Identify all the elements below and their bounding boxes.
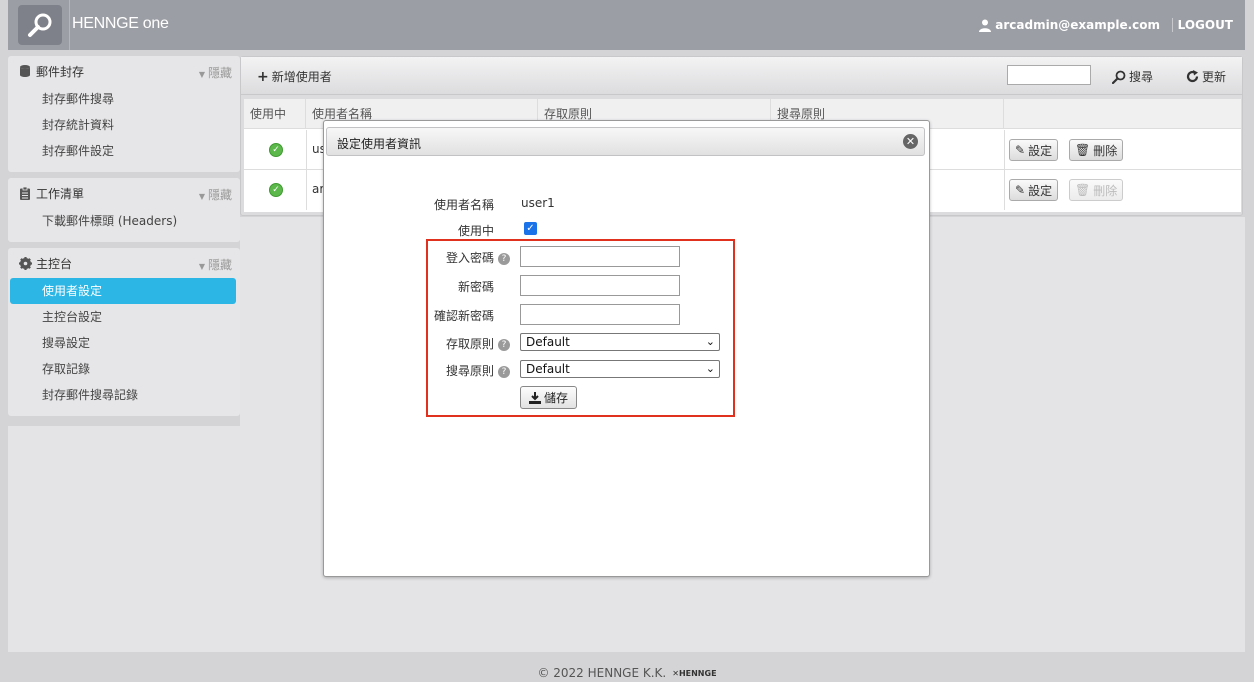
- hide-toggle[interactable]: ▼ 隱藏: [199, 256, 232, 273]
- plus-icon: +: [257, 68, 269, 85]
- user-icon: [979, 19, 992, 32]
- section-title: 郵件封存: [36, 64, 85, 79]
- search-input[interactable]: [1007, 65, 1091, 85]
- logo-divider: [69, 0, 70, 50]
- check-circle-icon: ✓: [269, 183, 283, 197]
- trash-icon: 🗑: [1075, 183, 1091, 197]
- refresh-button[interactable]: 更新: [1186, 68, 1226, 85]
- sidebar-item-user-settings[interactable]: 使用者設定: [10, 278, 236, 304]
- edit-button[interactable]: ✎ 設定: [1009, 179, 1059, 201]
- sidebar-background: [8, 426, 240, 652]
- column-header-actions: [1004, 99, 1241, 129]
- delete-button[interactable]: 🗑 刪除: [1069, 139, 1124, 161]
- sidebar-item-archive-settings[interactable]: 封存郵件設定: [8, 138, 240, 164]
- user-email: arcadmin@example.com: [995, 18, 1160, 32]
- clipboard-icon: [18, 186, 32, 200]
- section-title: 主控台: [36, 256, 73, 271]
- trash-icon: 🗑: [1075, 143, 1091, 157]
- footer-logo: ✕HENNGE: [672, 668, 717, 678]
- header-divider: [1172, 18, 1173, 32]
- copyright-text: © 2022 HENNGE K.K.: [537, 666, 667, 680]
- brand-name: HENNGE one: [72, 15, 169, 32]
- section-header-archive: 郵件封存 ▼ 隱藏: [8, 56, 240, 86]
- current-user[interactable]: arcadmin@example.com: [979, 18, 1160, 32]
- sidebar-item-console-settings[interactable]: 主控台設定: [8, 304, 240, 330]
- active-checkbox[interactable]: ✓: [524, 222, 537, 235]
- pencil-icon: ✎: [1015, 143, 1026, 157]
- section-header-tasks: 工作清單 ▼ 隱藏: [8, 178, 240, 208]
- sidebar-item-access-log[interactable]: 存取記錄: [8, 356, 240, 382]
- sidebar-section-archive: 郵件封存 ▼ 隱藏 封存郵件搜尋 封存統計資料 封存郵件設定: [8, 56, 240, 172]
- sidebar-item-archive-search[interactable]: 封存郵件搜尋: [8, 86, 240, 112]
- search-label: 搜尋: [1129, 70, 1154, 84]
- check-circle-icon: ✓: [269, 143, 283, 157]
- gear-icon: [18, 256, 32, 270]
- toolbar: + 新增使用者 搜尋 更新: [241, 57, 1242, 95]
- refresh-icon: [1186, 70, 1199, 83]
- sidebar: 郵件封存 ▼ 隱藏 封存郵件搜尋 封存統計資料 封存郵件設定 工作清單 ▼ 隱藏 下…: [8, 50, 240, 416]
- sidebar-item-archive-stats[interactable]: 封存統計資料: [8, 112, 240, 138]
- sidebar-item-download-headers[interactable]: 下載郵件標頭 (Headers): [8, 208, 240, 234]
- search-logo-icon[interactable]: [18, 5, 62, 45]
- add-user-label: 新增使用者: [271, 70, 332, 84]
- sidebar-section-tasks: 工作清單 ▼ 隱藏 下載郵件標頭 (Headers): [8, 178, 240, 242]
- hide-toggle[interactable]: ▼ 隱藏: [199, 186, 232, 203]
- top-bar: HENNGE one arcadmin@example.com LOGOUT: [8, 0, 1245, 50]
- refresh-label: 更新: [1202, 70, 1227, 84]
- highlight-box: [426, 239, 735, 417]
- active-label: 使用中: [457, 224, 494, 238]
- sidebar-section-console: 主控台 ▼ 隱藏 使用者設定 主控台設定 搜尋設定 存取記錄 封存郵件搜尋記錄: [8, 248, 240, 416]
- add-user-button[interactable]: + 新增使用者: [257, 68, 332, 85]
- close-icon[interactable]: ✕: [903, 134, 918, 149]
- delete-button-disabled: 🗑 刪除: [1069, 179, 1124, 201]
- footer: © 2022 HENNGE K.K. ✕HENNGE: [0, 666, 1254, 680]
- section-header-console: 主控台 ▼ 隱藏: [8, 248, 240, 278]
- dialog-title: 設定使用者資訊: [337, 137, 422, 151]
- username-value: user1: [521, 196, 555, 210]
- edit-button[interactable]: ✎ 設定: [1009, 139, 1059, 161]
- search-icon: [1112, 70, 1126, 84]
- column-header-active[interactable]: 使用中: [244, 99, 306, 129]
- search-button[interactable]: 搜尋: [1112, 68, 1153, 85]
- hide-toggle[interactable]: ▼ 隱藏: [199, 64, 232, 81]
- logout-link[interactable]: LOGOUT: [1178, 18, 1233, 32]
- username-label: 使用者名稱: [433, 198, 494, 212]
- sidebar-item-search-settings[interactable]: 搜尋設定: [8, 330, 240, 356]
- pencil-icon: ✎: [1015, 183, 1026, 197]
- sidebar-item-archive-search-log[interactable]: 封存郵件搜尋記錄: [8, 382, 240, 408]
- database-icon: [18, 65, 32, 77]
- dialog-header: 設定使用者資訊 ✕: [326, 127, 925, 156]
- section-title: 工作清單: [36, 186, 85, 201]
